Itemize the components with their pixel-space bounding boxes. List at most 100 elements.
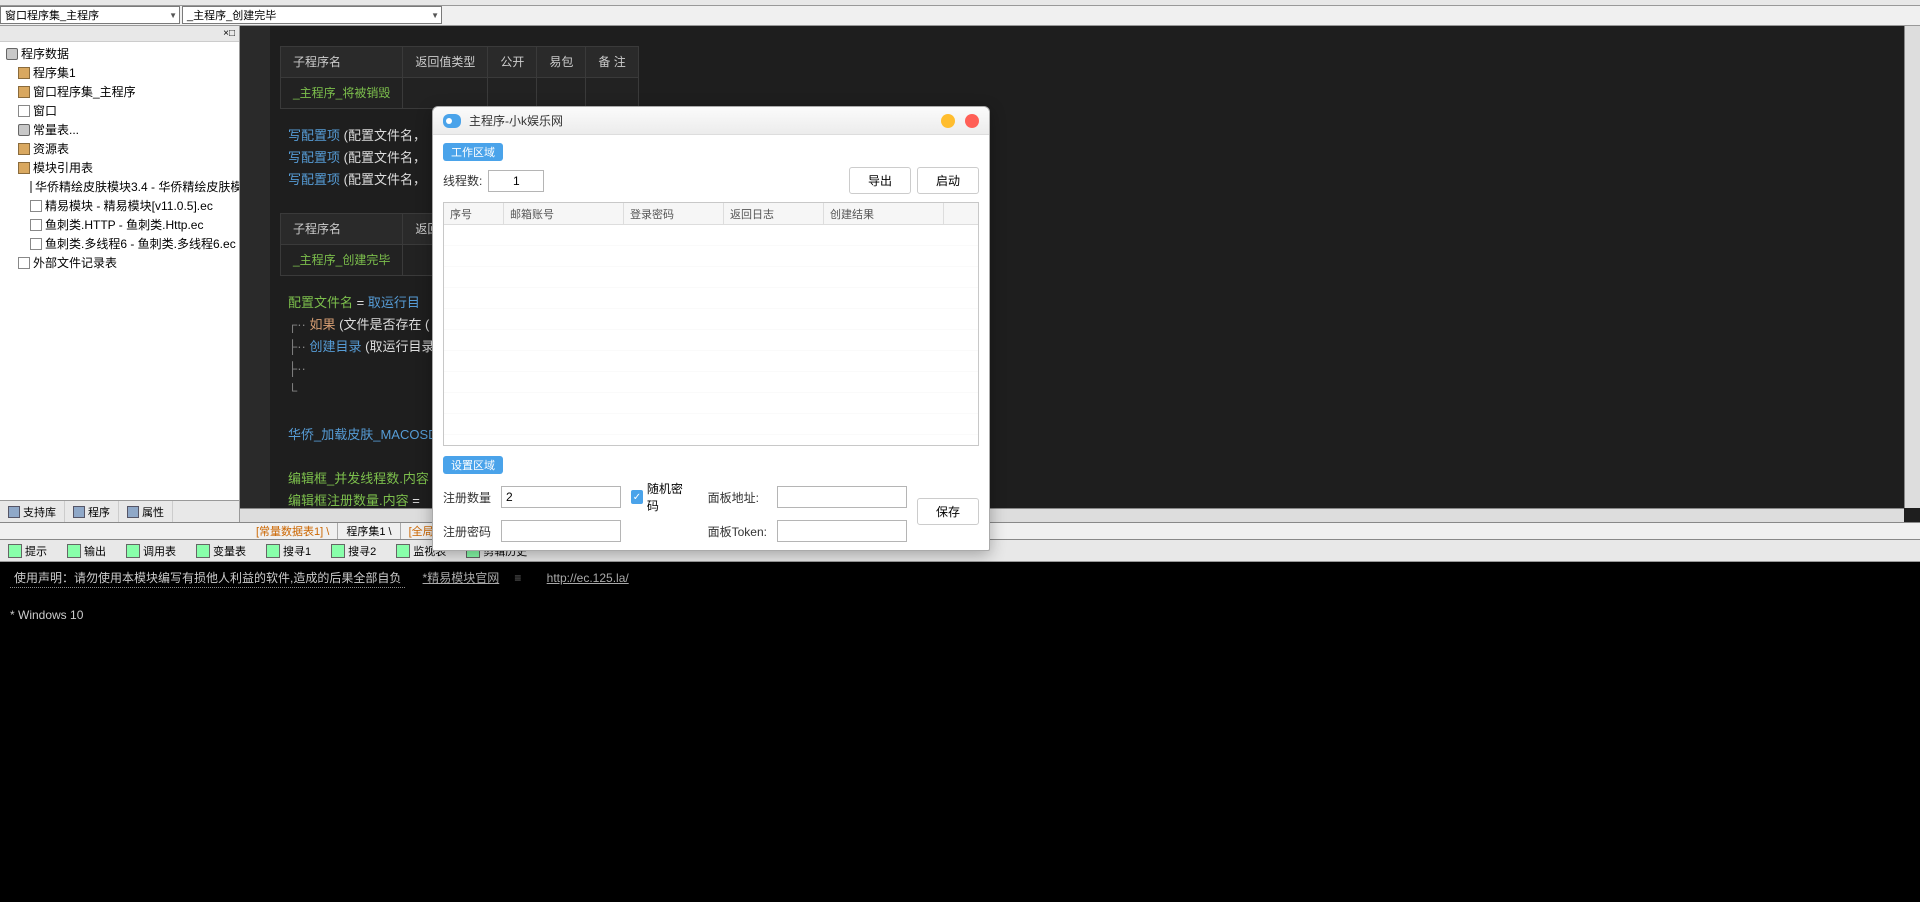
page-icon xyxy=(30,181,32,193)
tool-btn[interactable]: 调用表 xyxy=(122,543,180,559)
tool-icon xyxy=(266,544,280,558)
code-token: (配置文件名， xyxy=(340,128,426,143)
main-dialog: 主程序-小k娱乐网 工作区域 线程数: 导出 启动 序号邮箱账号登录密码返回日志… xyxy=(432,106,990,551)
code-token: (文件是否存在 ( xyxy=(336,317,430,332)
tree-item-label: 窗口程序集_主程序 xyxy=(33,83,136,100)
tree-item[interactable]: 鱼刺类.多线程6 - 鱼刺类.多线程6.ec xyxy=(2,234,237,253)
tree-item[interactable]: 鱼刺类.HTTP - 鱼刺类.Http.ec xyxy=(2,215,237,234)
data-grid[interactable]: 序号邮箱账号登录密码返回日志创建结果 xyxy=(443,202,979,446)
code-token: (配置文件名， xyxy=(340,172,426,187)
tool-btn[interactable]: 搜寻2 xyxy=(327,543,380,559)
tree-item[interactable]: 窗口 xyxy=(2,101,237,120)
doc-tab[interactable]: [常量数据表1] \ xyxy=(248,523,338,539)
tree-item[interactable]: 模块引用表 xyxy=(2,158,237,177)
reg-pass-input[interactable] xyxy=(501,520,621,542)
code-token: 如果 xyxy=(309,317,335,332)
console-link-url[interactable]: http://ec.125.la/ xyxy=(547,571,629,585)
folder-icon xyxy=(18,162,30,174)
threads-label: 线程数: xyxy=(443,172,482,189)
work-section-tag: 工作区域 xyxy=(443,143,503,161)
console-link-label[interactable]: *精易模块官网 xyxy=(423,571,500,585)
th-sub-name: 子程序名 xyxy=(281,47,403,78)
tool-icon xyxy=(196,544,210,558)
tree-item-label: 鱼刺类.多线程6 - 鱼刺类.多线程6.ec xyxy=(45,235,236,252)
tool-btn[interactable]: 变量表 xyxy=(192,543,250,559)
sidebar-tab[interactable]: 程序 xyxy=(65,501,119,522)
panel-token-input[interactable] xyxy=(777,520,907,542)
grid-column-header[interactable]: 登录密码 xyxy=(624,203,724,224)
code-token: 华侨_加载皮肤_MACOSD白 xyxy=(288,427,451,442)
tree-item-label: 模块引用表 xyxy=(33,159,93,176)
close-icon[interactable] xyxy=(965,114,979,128)
start-button[interactable]: 启动 xyxy=(917,167,979,194)
reg-pass-label: 注册密码 xyxy=(443,523,491,540)
minimize-icon[interactable] xyxy=(941,114,955,128)
grid-column-header[interactable]: 序号 xyxy=(444,203,504,224)
doc-tab[interactable]: 程序集1 \ xyxy=(338,523,400,539)
panel-token-label: 面板Token: xyxy=(708,523,767,540)
export-button[interactable]: 导出 xyxy=(849,167,911,194)
output-console[interactable]: 使用声明：请勿使用本模块编写有损他人利益的软件,造成的后果全部自负 *精易模块官… xyxy=(0,562,1920,902)
tree-item[interactable]: 程序数据 xyxy=(2,44,237,63)
subroutine-table-1: 子程序名 返回值类型 公开 易包 备 注 _主程序_将被销毁 xyxy=(280,46,639,109)
sidebar-close-bar[interactable]: ×□ xyxy=(0,26,239,42)
code-token: 写配置项 xyxy=(288,128,340,143)
grid-column-header[interactable]: 返回日志 xyxy=(724,203,824,224)
panel-addr-label: 面板地址: xyxy=(708,489,767,506)
sidebar-tab[interactable]: 属性 xyxy=(119,501,173,522)
code-token: 写配置项 xyxy=(288,150,340,165)
code-token: 创建目录 xyxy=(309,339,361,354)
tree-item-label: 程序数据 xyxy=(21,45,69,62)
project-dropdown[interactable]: 窗口程序集_主程序 xyxy=(0,6,180,24)
code-token: (取运行目录 xyxy=(362,339,435,354)
tree-item[interactable]: 资源表 xyxy=(2,139,237,158)
code-token: 编辑框注册数量.内容 xyxy=(288,493,412,508)
project-tree[interactable]: 程序数据程序集1窗口程序集_主程序窗口常量表...资源表模块引用表华侨精绘皮肤模… xyxy=(0,42,239,500)
db-icon xyxy=(18,124,30,136)
tree-item[interactable]: 精易模块 - 精易模块[v11.0.5].ec xyxy=(2,196,237,215)
dialog-titlebar[interactable]: 主程序-小k娱乐网 xyxy=(433,107,989,135)
th-return: 返回值类型 xyxy=(403,47,488,78)
tree-item-label: 常量表... xyxy=(33,121,79,138)
save-button[interactable]: 保存 xyxy=(917,498,979,525)
th: 子程序名 xyxy=(281,214,403,245)
tree-item-label: 精易模块 - 精易模块[v11.0.5].ec xyxy=(45,197,213,214)
tree-item[interactable]: 华侨精绘皮肤模块3.4 - 华侨精绘皮肤模块 xyxy=(2,177,237,196)
panel-addr-input[interactable] xyxy=(777,486,907,508)
tool-icon xyxy=(8,544,22,558)
code-token: (配置文件名， xyxy=(340,150,426,165)
page-icon xyxy=(30,238,42,250)
procedure-dropdown[interactable]: _主程序_创建完毕 xyxy=(182,6,442,24)
tool-icon xyxy=(67,544,81,558)
tree-item[interactable]: 窗口程序集_主程序 xyxy=(2,82,237,101)
reg-count-label: 注册数量 xyxy=(443,489,491,506)
tool-icon xyxy=(331,544,345,558)
grid-column-header[interactable]: 邮箱账号 xyxy=(504,203,624,224)
tree-item[interactable]: 外部文件记录表 xyxy=(2,253,237,272)
code-token: 写配置项 xyxy=(288,172,340,187)
sidebar-tabs[interactable]: 支持库程序属性 xyxy=(0,500,239,522)
folder-icon xyxy=(18,86,30,98)
code-token: 编辑框_并发线程数.内容 xyxy=(288,471,432,486)
page-icon xyxy=(30,200,42,212)
th-yibao: 易包 xyxy=(537,47,586,78)
tree-item-label: 窗口 xyxy=(33,102,57,119)
sidebar-tab[interactable]: 支持库 xyxy=(0,501,65,522)
tool-btn[interactable]: 提示 xyxy=(4,543,51,559)
random-password-checkbox[interactable]: ✓ xyxy=(631,490,643,504)
tree-item[interactable]: 常量表... xyxy=(2,120,237,139)
tree-item[interactable]: 程序集1 xyxy=(2,63,237,82)
random-password-label: 随机密码 xyxy=(647,480,688,514)
tool-btn[interactable]: 搜寻1 xyxy=(262,543,315,559)
reg-count-input[interactable] xyxy=(501,486,621,508)
th-note: 备 注 xyxy=(586,47,638,78)
grid-column-header[interactable]: 创建结果 xyxy=(824,203,944,224)
vertical-scrollbar[interactable] xyxy=(1904,26,1920,508)
sidebar: ×□ 程序数据程序集1窗口程序集_主程序窗口常量表...资源表模块引用表华侨精绘… xyxy=(0,26,240,522)
dialog-title: 主程序-小k娱乐网 xyxy=(469,112,941,129)
th-public: 公开 xyxy=(488,47,537,78)
tool-btn[interactable]: 输出 xyxy=(63,543,110,559)
page-icon xyxy=(18,105,30,117)
tab-icon xyxy=(73,506,85,518)
threads-input[interactable] xyxy=(488,170,544,192)
